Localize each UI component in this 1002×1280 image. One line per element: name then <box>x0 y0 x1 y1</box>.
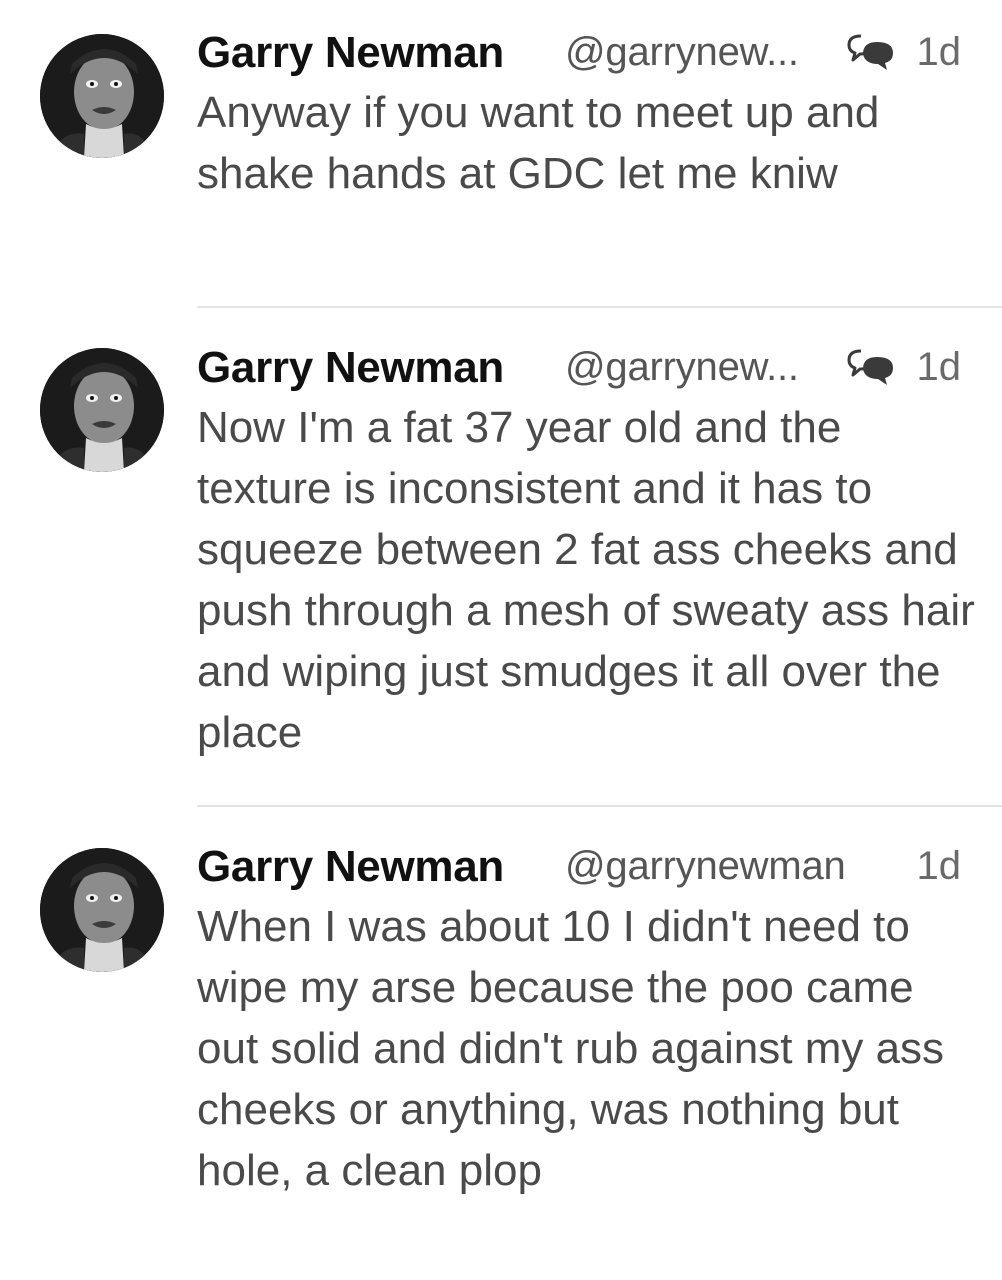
author-handle[interactable]: @garrynew... <box>565 345 799 390</box>
author-name[interactable]: Garry Newman <box>197 28 504 78</box>
author-handle[interactable]: @garrynew... <box>565 30 799 75</box>
tweet-text: Anyway if you want to meet up and shake … <box>197 88 880 198</box>
avatar-photo-icon <box>40 848 164 972</box>
divider <box>197 306 1002 308</box>
avatar[interactable] <box>40 348 164 472</box>
avatar-photo-icon <box>40 348 164 472</box>
tweet-header: Garry Newman @garrynewman 1d <box>197 842 987 894</box>
divider <box>197 805 1002 807</box>
tweet-content: Garry Newman @garrynew... 1d Now I'm a f… <box>197 343 987 763</box>
author-handle[interactable]: @garrynewman <box>565 844 846 889</box>
tweet-timestamp: 1d <box>916 844 962 888</box>
tweet-timestamp: 1d <box>916 30 962 74</box>
tweet-content: Garry Newman @garrynew... 1d Anyway if y… <box>197 28 987 204</box>
tweet-timestamp: 1d <box>916 345 962 389</box>
avatar[interactable] <box>40 34 164 158</box>
tweet-content: Garry Newman @garrynewman 1d When I was … <box>197 842 987 1201</box>
tweet-header: Garry Newman @garrynew... 1d <box>197 28 987 80</box>
tweet-text: Now I'm a fat 37 year old and the textur… <box>197 403 975 757</box>
author-name[interactable]: Garry Newman <box>197 842 504 892</box>
avatar-photo-icon <box>40 34 164 158</box>
conversation-icon[interactable] <box>847 32 895 72</box>
tweet-text: When I was about 10 I didn't need to wip… <box>197 902 945 1195</box>
tweet-header: Garry Newman @garrynew... 1d <box>197 343 987 395</box>
tweet-timeline: Garry Newman @garrynew... 1d Anyway if y… <box>0 0 1002 1280</box>
conversation-icon[interactable] <box>847 347 895 387</box>
author-name[interactable]: Garry Newman <box>197 343 504 393</box>
avatar[interactable] <box>40 848 164 972</box>
